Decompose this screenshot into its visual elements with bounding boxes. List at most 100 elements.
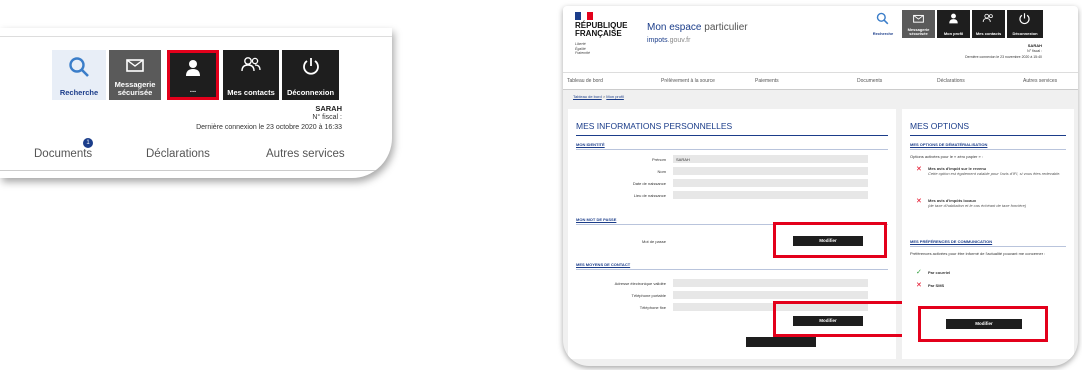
first-name-value: SARAH (673, 155, 868, 163)
divider (0, 170, 392, 171)
options-panel: MES OPTIONS MES OPTIONS DE DÉMATÉRIALISA… (902, 109, 1074, 359)
profile-page-screenshot: RÉPUBLIQUE FRANÇAISE Liberté Égalité Fra… (563, 6, 1078, 366)
contacts-button[interactable]: Mes contacts (223, 50, 279, 100)
nav-declarations[interactable]: Déclarations (146, 148, 210, 160)
motto-fraternite: Fraternité (575, 51, 590, 56)
search-button[interactable]: Recherche (866, 10, 900, 38)
paperless-section-title: MES OPTIONS DE DÉMATÉRIALISATION (910, 142, 988, 147)
power-icon (1019, 13, 1030, 25)
modify-password-button[interactable]: Modifier (793, 236, 863, 246)
logout-button[interactable]: Déconnexion (282, 50, 339, 100)
last-login: Dernière connexion le 23 novembre 2020 à… (965, 55, 1042, 59)
breadcrumb: Tableau de bord > Mon profil (573, 94, 624, 99)
contacts-label: Mes contacts (227, 88, 275, 98)
profile-button[interactable]: ... (167, 50, 219, 100)
search-icon (69, 57, 89, 77)
site-title: Mon espace particulier (647, 22, 748, 33)
nav-declarations[interactable]: Déclarations (937, 78, 965, 84)
nav-other-services[interactable]: Autres services (1023, 78, 1057, 84)
last-login: Dernière connexion le 23 octobre 2020 à … (196, 124, 342, 131)
last-name-value (673, 167, 868, 175)
birth-place-value (673, 191, 868, 199)
password-label: Mot de passe (641, 239, 666, 244)
paperless-intro: Options activées pour le « zéro papier »… (910, 154, 983, 159)
modify-contact-button[interactable]: Modifier (793, 316, 863, 326)
fiscal-number: N° fiscal : (312, 114, 342, 121)
secure-messaging-label: Messagerie sécurisée (114, 80, 156, 98)
birth-place-label: Lieu de naissance (633, 193, 666, 198)
user-icon (949, 13, 958, 24)
personal-info-panel: MES INFORMATIONS PERSONNELLES MON IDENTI… (568, 109, 905, 359)
divider (910, 135, 1066, 136)
paperless-item-local-detail: (de taxe d'habitation et le cas échéant … (928, 203, 1027, 209)
divider (576, 149, 888, 150)
first-name-label: Prénom (651, 157, 666, 162)
divider (910, 149, 1066, 150)
paperless-item-local: Mes avis d'impôts locaux (de taxe d'habi… (928, 198, 1064, 208)
search-icon (876, 12, 889, 25)
fiscal-number: N° fiscal : (1027, 49, 1042, 53)
paperless-item-income: Mes avis d'impôt sur le revenu Cette opt… (928, 166, 1064, 176)
search-button[interactable]: Recherche (52, 50, 106, 100)
user-icon (186, 60, 200, 76)
user-name: SARAH (315, 104, 342, 113)
site-title-rest: particulier (704, 22, 748, 33)
search-label: Recherche (59, 88, 99, 98)
nav-withholding-tax[interactable]: Prélèvement à la source (661, 78, 715, 84)
nav-other-services[interactable]: Autres services (266, 148, 345, 160)
disabled-icon: ✕ (916, 198, 922, 205)
main-nav: Tableau de bord Prélèvement à la source … (563, 72, 1078, 90)
comm-email-label: Par courriel (928, 270, 951, 275)
secure-messaging-button[interactable]: Messagerie sécurisée (109, 50, 161, 100)
modify-options-button[interactable]: Modifier (946, 319, 1022, 329)
disabled-icon: ✕ (916, 166, 922, 173)
communication-section-title: MES PRÉFÉRENCES DE COMMUNICATION (910, 239, 993, 244)
zoomed-header-card: Recherche Messagerie sécurisée ... Mes c… (0, 28, 392, 178)
logout-button[interactable]: Déconnexion (1007, 10, 1043, 38)
divider (576, 135, 888, 136)
rf-title-line2: FRANÇAISE (575, 28, 622, 38)
nav-dashboard[interactable]: Tableau de bord (567, 78, 603, 84)
power-icon (302, 58, 319, 75)
email-label: Adresse électronique validée (614, 281, 666, 286)
contacts-label: Mes contacts (975, 30, 1002, 36)
nav-payments[interactable]: Paiements (755, 78, 779, 84)
check-icon: ✓ (916, 269, 922, 276)
identity-section-title: MON IDENTITÉ (576, 142, 605, 147)
site-subtitle-main: impots (647, 37, 668, 44)
divider (0, 36, 392, 37)
mobile-phone-label: Téléphone portable (631, 293, 666, 298)
secure-messaging-button[interactable]: Messagerie sécurisée (902, 10, 935, 38)
republique-francaise-logo: RÉPUBLIQUE FRANÇAISE (575, 22, 627, 37)
nav-documents[interactable]: Documents (34, 148, 92, 160)
search-label: Recherche (872, 30, 894, 36)
divider (576, 269, 888, 270)
landline-label: Téléphone fixe (639, 305, 666, 310)
site-subtitle-domain: .gouv.fr (667, 37, 691, 44)
contacts-button[interactable]: Mes contacts (972, 10, 1005, 38)
notification-badge: 1 (83, 138, 93, 148)
contacts-icon (982, 13, 993, 23)
rf-motto: Liberté Égalité Fraternité (575, 42, 590, 56)
nav-documents[interactable]: Documents (857, 78, 882, 84)
profile-button[interactable]: Mon profil (937, 10, 970, 38)
envelope-icon (126, 59, 144, 72)
profile-label: Mon profil (943, 30, 964, 36)
comm-email: Par courriel (928, 270, 950, 275)
breadcrumb-current[interactable]: Mon profil (606, 94, 624, 99)
french-flag-logo (575, 12, 593, 20)
email-value (673, 279, 868, 287)
comm-sms: Par SMS (928, 283, 944, 288)
site-subtitle[interactable]: impots.gouv.fr (647, 37, 690, 44)
birth-date-label: Date de naissance (632, 181, 666, 186)
last-name-label: Nom (657, 169, 666, 174)
extra-dark-button (746, 337, 816, 347)
breadcrumb-home[interactable]: Tableau de bord (573, 94, 602, 99)
communication-intro: Préférences activées pour être informé d… (910, 251, 1046, 256)
birth-date-value (673, 179, 868, 187)
site-title-bold: Mon espace (647, 22, 702, 33)
divider (910, 246, 1066, 247)
secure-messaging-label: Messagerie sécurisée (907, 26, 930, 36)
site-header: RÉPUBLIQUE FRANÇAISE Liberté Égalité Fra… (563, 6, 1078, 72)
mobile-phone-value (673, 291, 868, 299)
